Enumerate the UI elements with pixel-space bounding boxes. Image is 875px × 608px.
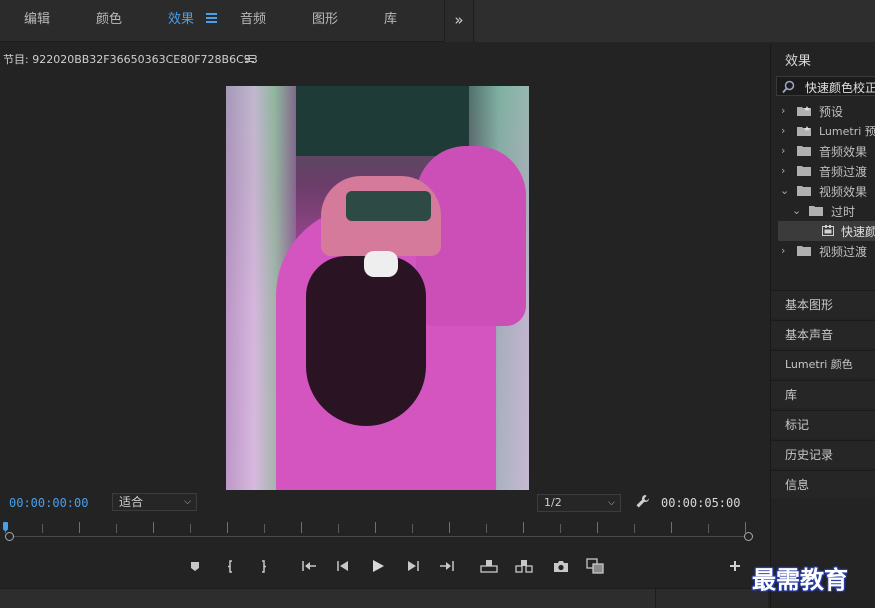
panel-tab-libraries[interactable]: 库 (771, 380, 875, 408)
tree-item-video-effects[interactable]: ⌄ 视频效果 (771, 181, 875, 201)
transport-controls (0, 552, 768, 582)
chevron-right-icon[interactable]: › (781, 164, 785, 177)
zoom-scroll-track[interactable] (9, 536, 747, 537)
go-to-in-icon[interactable] (300, 558, 318, 574)
folder-icon (809, 206, 823, 216)
effects-search-value: 快速颜色校正 (805, 81, 875, 95)
workspace-tab-audio[interactable]: 音频 (240, 0, 266, 42)
playback-resolution-select[interactable]: 1/2 ⌵ (537, 494, 621, 512)
watermark-logo: 最需教育 (752, 565, 848, 594)
workspace-tab-color[interactable]: 颜色 (96, 0, 122, 42)
folder-icon (797, 186, 811, 196)
tree-item-presets[interactable]: › 预设 (771, 101, 875, 121)
search-icon (782, 79, 795, 98)
program-monitor: 节目: 922020BB32F36650363CE80F728B6C93 00:… (0, 44, 768, 588)
tree-item-obsolete[interactable]: ⌄ 过时 (771, 201, 875, 221)
chevron-down-icon[interactable]: ⌄ (792, 204, 801, 217)
step-forward-icon[interactable] (404, 558, 422, 574)
chevron-right-icon[interactable]: › (781, 104, 785, 117)
go-to-out-icon[interactable] (438, 558, 456, 574)
tree-item-video-transitions[interactable]: › 视频过渡 (771, 241, 875, 261)
current-timecode[interactable]: 00:00:00:00 (9, 496, 88, 510)
mark-out-icon[interactable] (254, 558, 272, 574)
zoom-fit-select[interactable]: 适合 ⌵ (112, 493, 197, 511)
marker-icon[interactable] (186, 558, 204, 574)
mark-in-icon[interactable] (222, 558, 240, 574)
tree-item-label: 视频过渡 (819, 245, 868, 259)
video-frame (226, 86, 529, 490)
tree-item-label: 视频效果 (819, 185, 868, 199)
tree-item-lumetri-presets[interactable]: › Lumetri 预 (771, 121, 875, 141)
add-button-icon[interactable] (726, 558, 744, 574)
panel-tab-essential-sound[interactable]: 基本声音 (771, 320, 875, 348)
effects-search-input[interactable]: 快速颜色校正 (776, 76, 875, 96)
panel-menu-icon[interactable] (245, 55, 254, 63)
tree-item-label: 过时 (831, 205, 856, 219)
bottom-bar (0, 588, 768, 608)
comparison-view-icon[interactable] (586, 558, 604, 574)
program-monitor-title[interactable]: 节目: 922020BB32F36650363CE80F728B6C93 (3, 51, 258, 67)
chevron-right-icon[interactable]: › (781, 144, 785, 157)
export-frame-icon[interactable] (552, 558, 570, 574)
workspace-menu-icon[interactable] (206, 13, 217, 25)
playhead-marker[interactable] (3, 522, 8, 531)
time-ruler[interactable] (3, 522, 753, 542)
right-panel-stack: 效果 快速颜色校正 › 预设 › Lumetri 预 › 音频效果 › 音频过渡… (770, 44, 875, 608)
panel-tab-info[interactable]: 信息 (771, 470, 875, 498)
folder-icon (797, 146, 811, 156)
tree-item-audio-effects[interactable]: › 音频效果 (771, 141, 875, 161)
workspace-bar-empty (475, 0, 875, 42)
tree-item-fast-color-corrector[interactable]: 快速颜 (778, 221, 875, 241)
chevron-down-icon[interactable]: ⌄ (780, 184, 789, 197)
preset-folder-icon (797, 106, 811, 116)
tree-item-label: 预设 (819, 105, 844, 119)
chevron-down-icon: ⌵ (608, 498, 615, 508)
settings-wrench-icon[interactable] (635, 494, 650, 509)
chevron-right-icon[interactable]: › (781, 244, 785, 257)
zoom-fit-value: 适合 (119, 495, 144, 509)
play-icon[interactable] (369, 558, 387, 574)
zoom-handle-left[interactable] (5, 532, 14, 541)
extract-icon[interactable] (515, 558, 533, 574)
panel-tab-markers[interactable]: 标记 (771, 410, 875, 438)
effects-panel-title[interactable]: 效果 (785, 50, 811, 69)
step-back-icon[interactable] (334, 558, 352, 574)
workspace-tab-edit[interactable]: 编辑 (24, 0, 50, 42)
workspace-bar: 编辑 颜色 效果 音频 图形 库 » (0, 0, 875, 42)
workspace-tab-library[interactable]: 库 (384, 0, 397, 42)
tree-item-label: 音频效果 (819, 145, 868, 159)
playback-resolution-value: 1/2 (544, 496, 562, 509)
effects-panel: 效果 快速颜色校正 › 预设 › Lumetri 预 › 音频效果 › 音频过渡… (771, 44, 875, 288)
tree-item-audio-transitions[interactable]: › 音频过渡 (771, 161, 875, 181)
tree-item-label: 快速颜 (841, 225, 875, 239)
workspace-overflow-icon[interactable]: » (444, 0, 474, 42)
folder-icon (797, 166, 811, 176)
panel-tab-essential-graphics[interactable]: 基本图形 (771, 290, 875, 318)
tree-item-label: Lumetri 预 (819, 125, 875, 138)
chevron-right-icon[interactable]: › (781, 124, 785, 137)
panel-tab-lumetri-color[interactable]: Lumetri 颜色 (771, 350, 875, 378)
tree-item-label: 音频过渡 (819, 165, 868, 179)
folder-icon (797, 246, 811, 256)
workspace-tab-graphics[interactable]: 图形 (312, 0, 338, 42)
workspace-tab-effects[interactable]: 效果 (168, 0, 194, 42)
preset-folder-icon (797, 126, 811, 136)
zoom-handle-right[interactable] (744, 532, 753, 541)
duration-timecode: 00:00:05:00 (661, 496, 741, 510)
panel-tab-history[interactable]: 历史记录 (771, 440, 875, 468)
lift-icon[interactable] (480, 558, 498, 574)
effect-icon (822, 225, 834, 236)
chevron-down-icon: ⌵ (184, 497, 191, 507)
